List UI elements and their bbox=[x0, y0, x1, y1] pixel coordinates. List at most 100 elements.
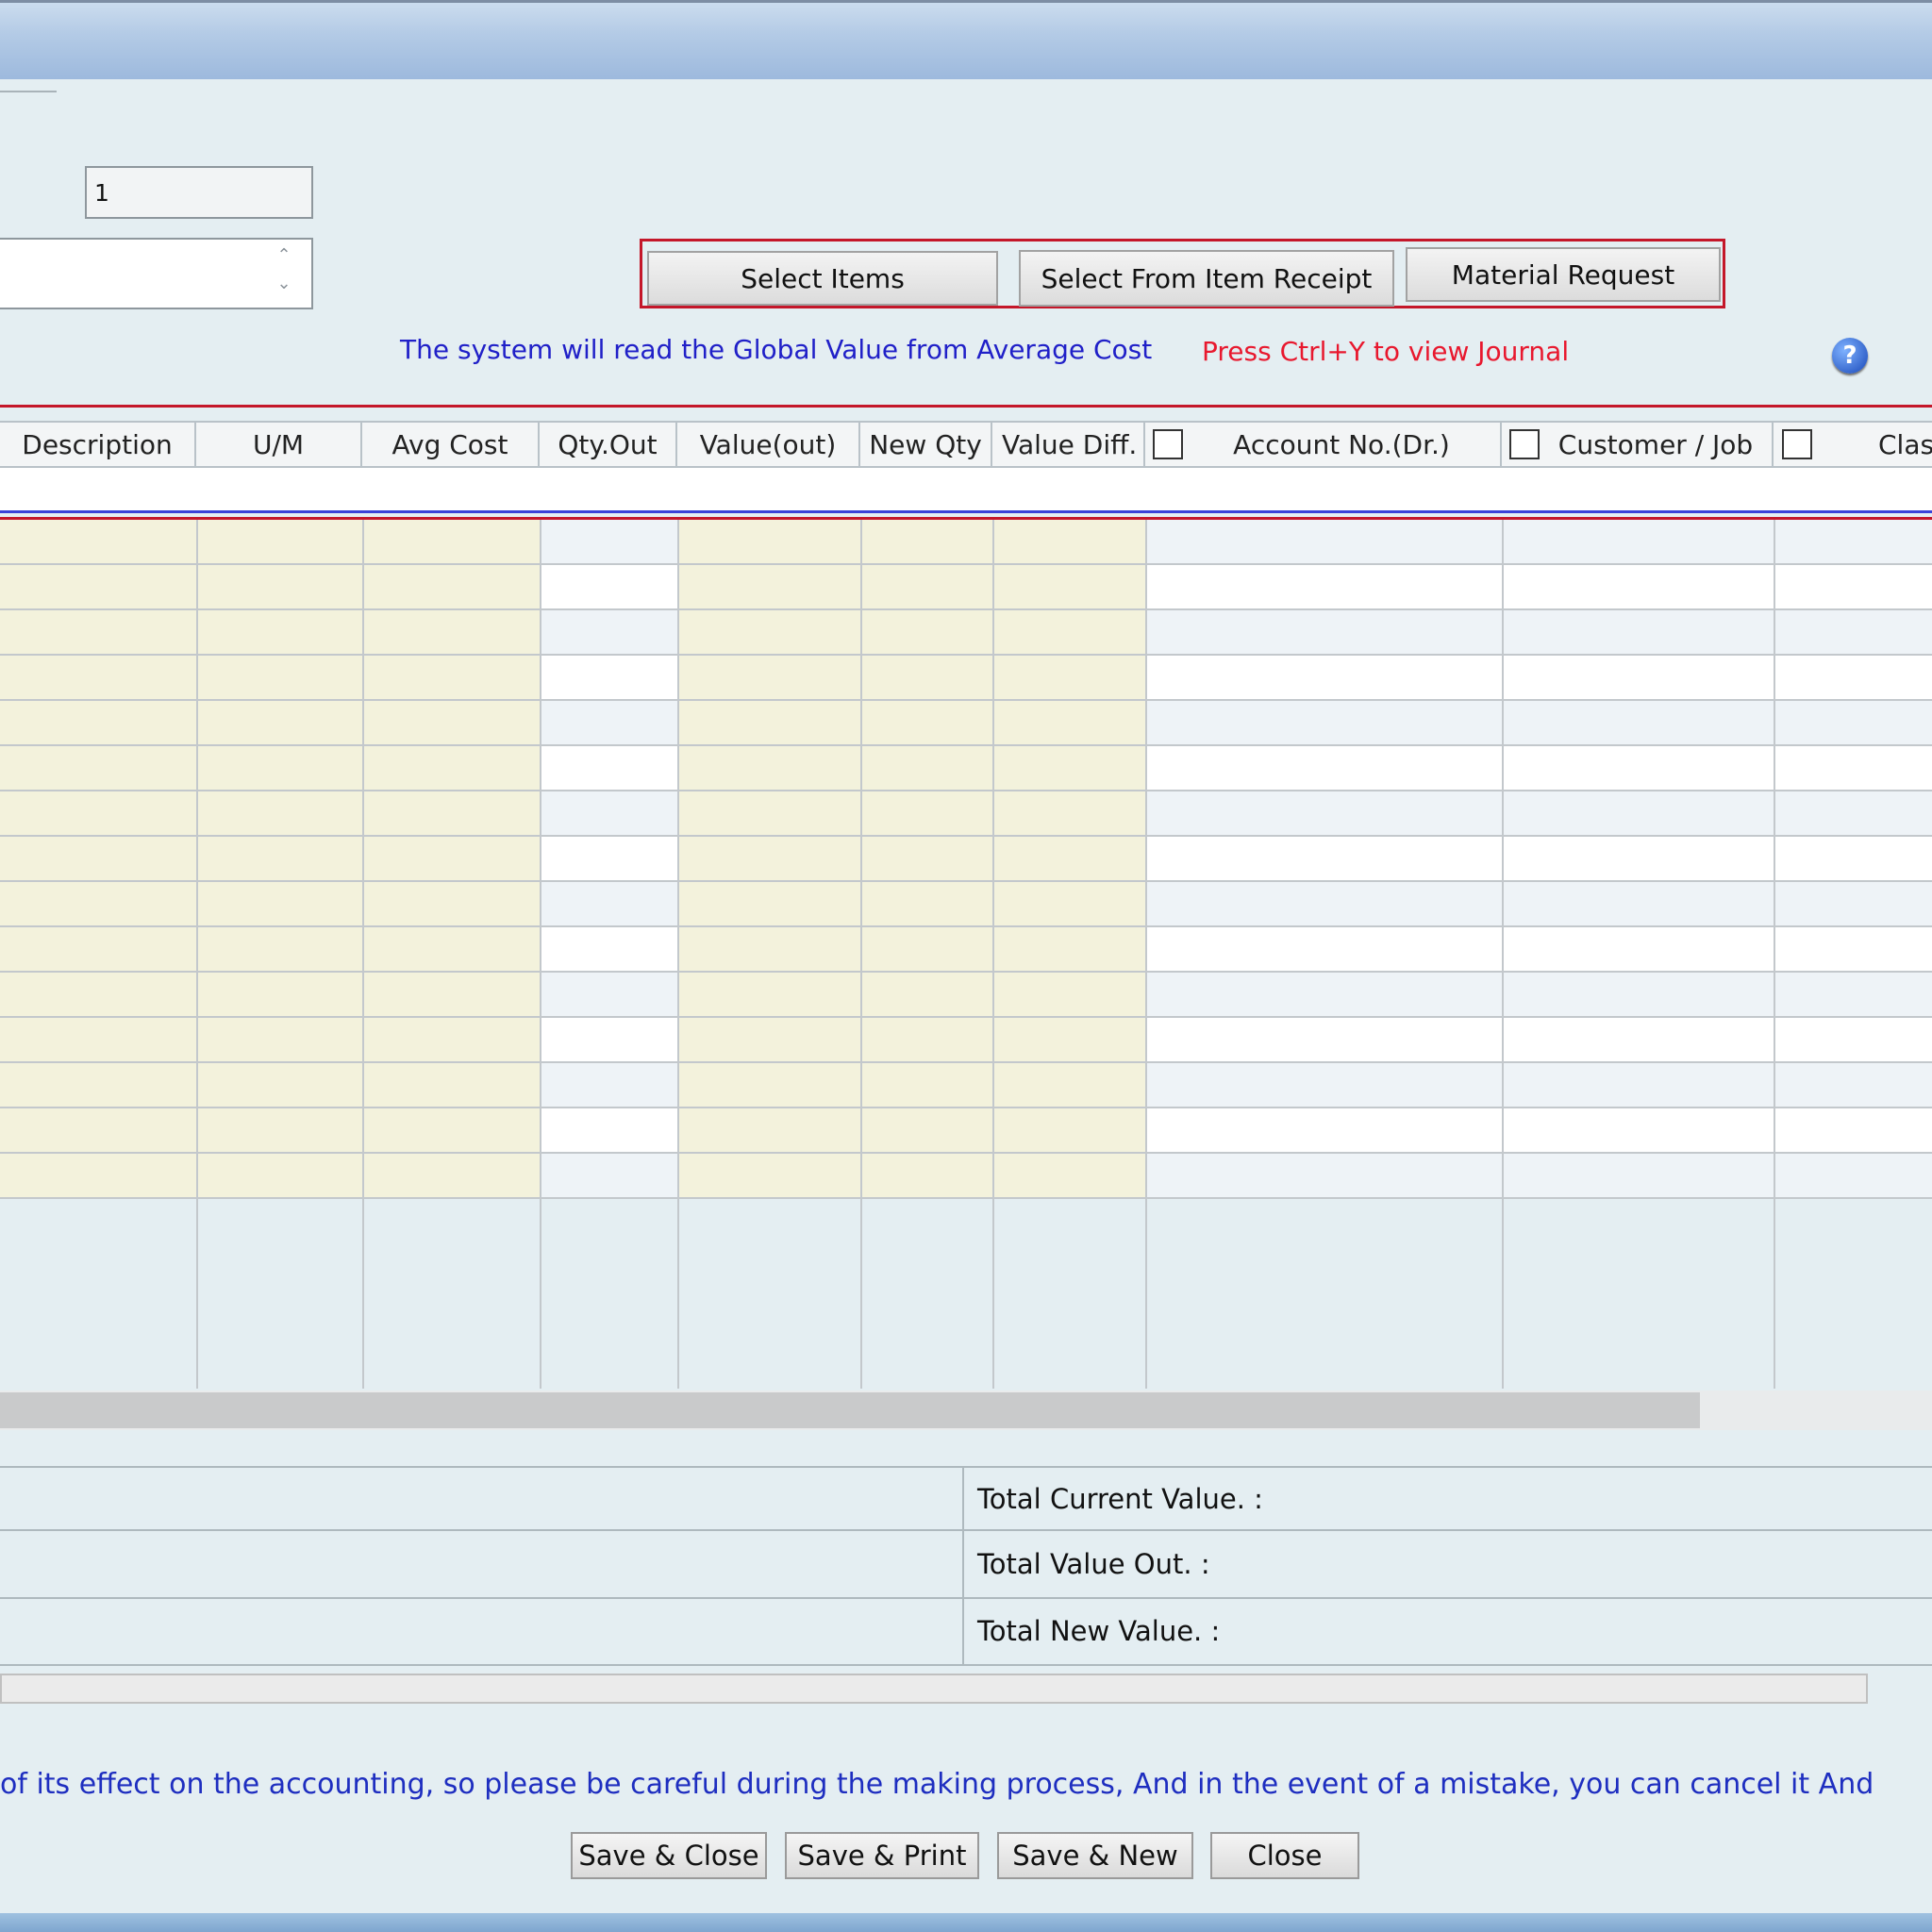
column-header-qty-out[interactable]: Qty.Out bbox=[540, 423, 677, 466]
column-header-customer-job[interactable]: Customer / Job bbox=[1540, 423, 1774, 466]
totals-divider bbox=[0, 1597, 1932, 1599]
items-grid[interactable] bbox=[0, 520, 1932, 1389]
memo-field[interactable]: ⌃ ⌄ bbox=[0, 238, 313, 309]
readonly-cell bbox=[677, 565, 1145, 608]
readonly-cell bbox=[677, 973, 1145, 1016]
readonly-cell bbox=[0, 1018, 540, 1061]
table-row[interactable] bbox=[0, 1063, 1932, 1108]
totals-divider bbox=[0, 1529, 1932, 1531]
grid-column-line bbox=[860, 520, 862, 1389]
table-row[interactable] bbox=[0, 520, 1932, 565]
readonly-cell bbox=[677, 656, 1145, 699]
readonly-cell bbox=[0, 565, 540, 608]
column-header-um[interactable]: U/M bbox=[196, 423, 362, 466]
readonly-cell bbox=[677, 1018, 1145, 1061]
readonly-cell bbox=[0, 973, 540, 1016]
table-row[interactable] bbox=[0, 1154, 1932, 1199]
progress-bar bbox=[0, 1674, 1868, 1704]
grid-highlight-border bbox=[0, 405, 1932, 408]
account-column-checkbox[interactable] bbox=[1153, 429, 1183, 459]
readonly-cell bbox=[677, 927, 1145, 971]
readonly-cell bbox=[677, 791, 1145, 835]
table-row[interactable] bbox=[0, 746, 1932, 791]
table-row[interactable] bbox=[0, 656, 1932, 701]
save-new-button[interactable]: Save & New bbox=[997, 1832, 1193, 1879]
table-row[interactable] bbox=[0, 610, 1932, 656]
table-row[interactable] bbox=[0, 701, 1932, 746]
readonly-cell bbox=[677, 1063, 1145, 1107]
table-row[interactable] bbox=[0, 882, 1932, 927]
scroll-down-icon[interactable]: ⌄ bbox=[270, 274, 298, 293]
table-row[interactable] bbox=[0, 927, 1932, 973]
help-icon[interactable]: ? bbox=[1832, 338, 1868, 374]
grid-column-line bbox=[677, 520, 679, 1389]
readonly-cell bbox=[0, 520, 540, 563]
total-current-value-label: Total Current Value. : bbox=[977, 1483, 1263, 1515]
grid-column-line bbox=[362, 520, 364, 1389]
readonly-cell bbox=[0, 1108, 540, 1152]
class-column-checkbox[interactable] bbox=[1782, 429, 1812, 459]
table-row[interactable] bbox=[0, 837, 1932, 882]
horizontal-scrollbar-thumb[interactable] bbox=[0, 1392, 1700, 1428]
journal-shortcut-note: Press Ctrl+Y to view Journal bbox=[1202, 336, 1570, 367]
totals-divider bbox=[0, 1466, 1932, 1468]
total-value-out-label: Total Value Out. : bbox=[977, 1548, 1210, 1580]
grid-column-line bbox=[1502, 520, 1504, 1389]
column-header-value-diff[interactable]: Value Diff. bbox=[992, 423, 1145, 466]
column-header-class[interactable]: Clas bbox=[1812, 423, 1932, 466]
customer-column-checkbox[interactable] bbox=[1509, 429, 1540, 459]
grid-new-row[interactable] bbox=[0, 468, 1932, 511]
totals-divider bbox=[0, 1664, 1932, 1666]
select-from-item-receipt-button[interactable]: Select From Item Receipt bbox=[1019, 250, 1394, 307]
grid-column-line bbox=[992, 520, 994, 1389]
readonly-cell bbox=[0, 1063, 540, 1107]
table-row[interactable] bbox=[0, 791, 1932, 837]
table-row[interactable] bbox=[0, 973, 1932, 1018]
readonly-cell bbox=[677, 610, 1145, 654]
readonly-cell bbox=[0, 610, 540, 654]
readonly-cell bbox=[0, 837, 540, 880]
column-header-avg-cost[interactable]: Avg Cost bbox=[362, 423, 540, 466]
window-title-bar[interactable] bbox=[0, 0, 1932, 79]
table-row[interactable] bbox=[0, 1018, 1932, 1063]
readonly-cell bbox=[0, 927, 540, 971]
grid-column-line bbox=[540, 520, 541, 1389]
readonly-cell bbox=[677, 701, 1145, 744]
readonly-cell bbox=[677, 746, 1145, 790]
save-close-button[interactable]: Save & Close bbox=[571, 1832, 767, 1879]
column-header-new-qty[interactable]: New Qty bbox=[860, 423, 992, 466]
accounting-warning-note: of its effect on the accounting, so plea… bbox=[0, 1768, 1874, 1801]
grid-column-line bbox=[196, 520, 198, 1389]
header-divider bbox=[0, 91, 57, 92]
document-number-field[interactable] bbox=[85, 166, 313, 219]
table-row[interactable] bbox=[0, 565, 1932, 610]
readonly-cell bbox=[0, 701, 540, 744]
column-header-account-no[interactable]: Account No.(Dr.) bbox=[1183, 423, 1502, 466]
readonly-cell bbox=[677, 520, 1145, 563]
current-row-indicator bbox=[0, 510, 1932, 513]
save-print-button[interactable]: Save & Print bbox=[785, 1832, 979, 1879]
readonly-cell bbox=[677, 837, 1145, 880]
readonly-cell bbox=[0, 791, 540, 835]
window-bottom-border bbox=[0, 1913, 1932, 1932]
column-header-value-out[interactable]: Value(out) bbox=[677, 423, 860, 466]
grid-column-line bbox=[1774, 520, 1775, 1389]
readonly-cell bbox=[677, 1108, 1145, 1152]
readonly-cell bbox=[0, 1154, 540, 1197]
readonly-cell bbox=[677, 882, 1145, 925]
totals-column-divider bbox=[962, 1466, 964, 1666]
material-request-button[interactable]: Material Request bbox=[1406, 247, 1721, 302]
close-button[interactable]: Close bbox=[1210, 1832, 1359, 1879]
grid-column-line bbox=[1145, 520, 1147, 1389]
scroll-up-icon[interactable]: ⌃ bbox=[270, 245, 298, 265]
select-items-button[interactable]: Select Items bbox=[647, 251, 998, 306]
global-value-note: The system will read the Global Value fr… bbox=[400, 334, 1153, 365]
total-new-value-label: Total New Value. : bbox=[977, 1615, 1221, 1647]
readonly-cell bbox=[0, 656, 540, 699]
column-header-description[interactable]: Description bbox=[0, 423, 196, 466]
table-row[interactable] bbox=[0, 1108, 1932, 1154]
readonly-cell bbox=[0, 746, 540, 790]
readonly-cell bbox=[677, 1154, 1145, 1197]
readonly-cell bbox=[0, 882, 540, 925]
grid-header: Description U/M Avg Cost Qty.Out Value(o… bbox=[0, 421, 1932, 468]
